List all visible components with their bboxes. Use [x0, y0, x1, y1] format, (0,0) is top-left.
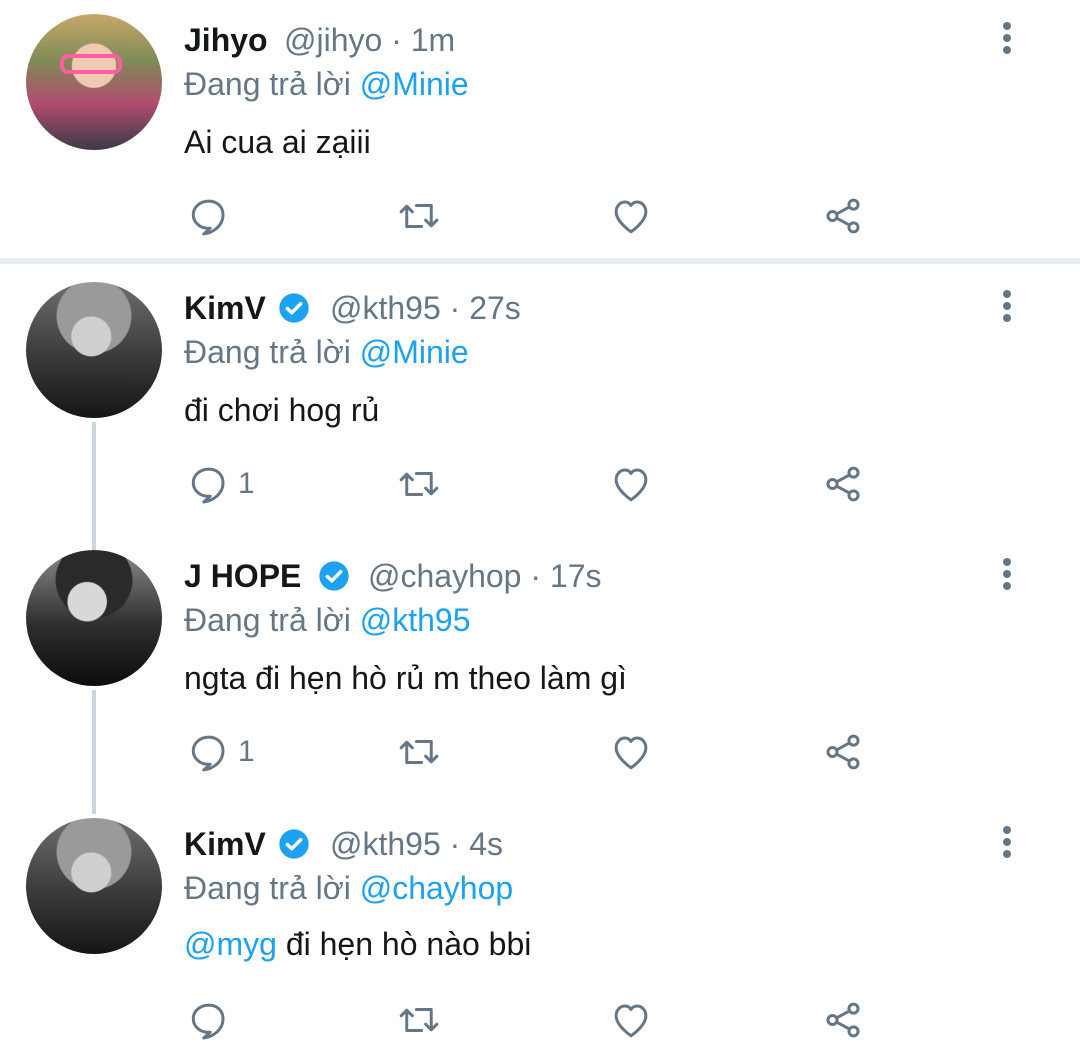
replying-to: Đang trả lời @kth95 [184, 600, 470, 640]
heart-icon [614, 200, 648, 234]
replying-to-mention[interactable]: @Minie [360, 66, 469, 102]
share-icon [826, 1002, 860, 1038]
display-name[interactable]: J HOPE [184, 556, 301, 596]
verified-badge-icon [279, 293, 309, 323]
timestamp[interactable]: · 17s [530, 558, 601, 594]
replying-to-label: Đang trả lời [184, 334, 351, 370]
more-options-icon[interactable] [994, 286, 1020, 326]
verified-badge-icon [319, 561, 349, 591]
share-icon [826, 734, 860, 770]
retweet-icon [399, 740, 439, 764]
thread-connector [92, 422, 96, 550]
share-button[interactable] [822, 730, 864, 774]
display-name[interactable]: KimV [184, 288, 266, 328]
timestamp[interactable]: · 4s [450, 826, 503, 862]
like-button[interactable] [610, 194, 652, 238]
retweet-icon [399, 1008, 439, 1032]
replying-to-mention[interactable]: @kth95 [360, 602, 471, 638]
avatar-kimv[interactable] [26, 282, 162, 418]
tweet-text: @myg đi hẹn hò nào bbi [184, 924, 531, 964]
handle[interactable]: @chayhop [368, 558, 521, 594]
share-icon [826, 198, 860, 234]
reply-button[interactable] [188, 194, 230, 238]
timestamp[interactable]: · 1m [391, 22, 455, 58]
replying-to: Đang trả lời @Minie [184, 64, 469, 104]
thread-connector [92, 690, 96, 814]
tweet-text-content: đi hẹn hò nào bbi [285, 926, 532, 962]
display-name[interactable]: Jihyo [184, 20, 268, 60]
sunglasses-decoration [60, 54, 122, 74]
like-button[interactable] [610, 998, 652, 1042]
retweet-icon [399, 472, 439, 496]
replying-to: Đang trả lời @chayhop [184, 868, 513, 908]
retweet-button[interactable] [398, 462, 440, 506]
retweet-button[interactable] [398, 730, 440, 774]
heart-icon [614, 1004, 648, 1038]
more-options-icon[interactable] [994, 554, 1020, 594]
replying-to-mention[interactable]: @Minie [360, 334, 469, 370]
like-button[interactable] [610, 462, 652, 506]
handle-and-time[interactable]: @chayhop · 17s [368, 556, 602, 596]
timestamp[interactable]: · 27s [450, 290, 521, 326]
reply-icon [191, 467, 225, 504]
share-button[interactable] [822, 998, 864, 1042]
handle-and-time[interactable]: @kth95 · 4s [330, 824, 503, 864]
tweet-text: ngta đi hẹn hò rủ m theo làm gì [184, 660, 627, 696]
replying-to-mention[interactable]: @chayhop [360, 870, 513, 906]
tweet-text: Ai cua ai zạiii [184, 124, 371, 160]
reply-icon [191, 735, 225, 772]
reply-count: 1 [238, 467, 255, 500]
tweet-text: đi chơi hog rủ [184, 392, 380, 428]
avatar-jhope[interactable] [26, 550, 162, 686]
share-icon [826, 466, 860, 502]
share-button[interactable] [822, 194, 864, 238]
text-mention[interactable]: @myg [184, 926, 277, 962]
handle[interactable]: @kth95 [330, 290, 441, 326]
display-name[interactable]: KimV [184, 824, 266, 864]
reply-count: 1 [238, 735, 255, 768]
reply-icon [191, 1003, 225, 1040]
share-button[interactable] [822, 462, 864, 506]
replying-to: Đang trả lời @Minie [184, 332, 469, 372]
handle-and-time[interactable]: @jihyo · 1m [284, 20, 455, 60]
tweet-divider [0, 258, 1080, 264]
retweet-button[interactable] [398, 998, 440, 1042]
handle[interactable]: @kth95 [330, 826, 441, 862]
reply-button[interactable]: 1 [188, 462, 255, 506]
avatar-kimv[interactable] [26, 818, 162, 954]
reply-button[interactable]: 1 [188, 730, 255, 774]
heart-icon [614, 736, 648, 770]
heart-icon [614, 468, 648, 502]
replying-to-label: Đang trả lời [184, 870, 351, 906]
retweet-icon [399, 204, 439, 228]
avatar-jihyo[interactable] [26, 14, 162, 150]
reply-button[interactable] [188, 998, 230, 1042]
handle[interactable]: @jihyo [284, 22, 382, 58]
replying-to-label: Đang trả lời [184, 66, 351, 102]
reply-icon [191, 199, 225, 236]
verified-badge-icon [279, 829, 309, 859]
more-options-icon[interactable] [994, 18, 1020, 58]
retweet-button[interactable] [398, 194, 440, 238]
more-options-icon[interactable] [994, 822, 1020, 862]
replying-to-label: Đang trả lời [184, 602, 351, 638]
like-button[interactable] [610, 730, 652, 774]
handle-and-time[interactable]: @kth95 · 27s [330, 288, 521, 328]
